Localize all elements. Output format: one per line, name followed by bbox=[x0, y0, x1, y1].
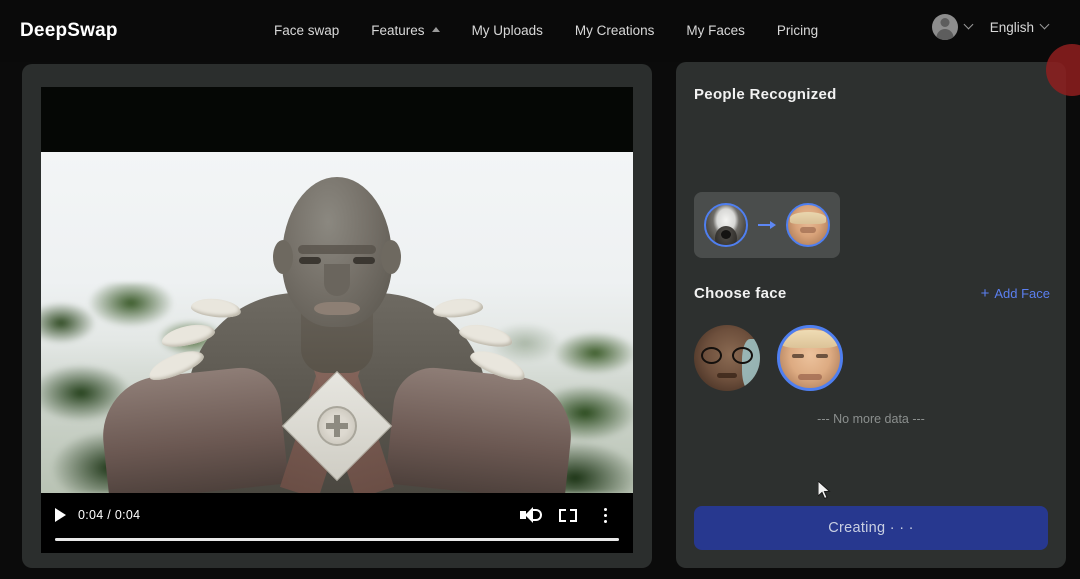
volume-icon[interactable] bbox=[517, 502, 543, 528]
kebab-menu-icon[interactable] bbox=[593, 502, 619, 528]
chevron-down-icon bbox=[1040, 19, 1050, 29]
people-recognized-title: People Recognized bbox=[694, 86, 837, 103]
recognized-face-pair[interactable] bbox=[694, 192, 840, 258]
nav-label: Face swap bbox=[274, 23, 339, 38]
target-face-thumbnail[interactable] bbox=[786, 203, 830, 247]
figure-brow bbox=[298, 245, 376, 254]
video-controls-bar: 0:04 / 0:04 bbox=[41, 493, 633, 553]
figure-eye-left bbox=[299, 257, 321, 264]
volume-waves bbox=[533, 509, 542, 521]
avatar-icon bbox=[932, 14, 958, 40]
face-option-1[interactable] bbox=[694, 325, 760, 391]
nav-label: Pricing bbox=[777, 23, 818, 38]
chevron-down-icon bbox=[963, 19, 973, 29]
figure-mouth bbox=[314, 302, 360, 315]
video-progress-bar[interactable] bbox=[55, 538, 619, 541]
emblem-inner-ring bbox=[317, 406, 357, 446]
choose-face-title: Choose face bbox=[694, 285, 787, 302]
face-mouth bbox=[798, 374, 822, 380]
nav-item-pricing[interactable]: Pricing bbox=[761, 23, 834, 38]
video-progress-fill bbox=[55, 538, 619, 541]
face-mouth bbox=[717, 373, 737, 378]
cross-icon bbox=[326, 415, 348, 437]
account-menu[interactable] bbox=[932, 14, 972, 40]
face-hair bbox=[781, 330, 839, 348]
fullscreen-icon[interactable] bbox=[555, 502, 581, 528]
video-controls-row: 0:04 / 0:04 bbox=[41, 501, 633, 529]
main-nav: Face swap Features My Uploads My Creatio… bbox=[258, 23, 834, 38]
nav-label: My Creations bbox=[575, 23, 655, 38]
app-root: DeepSwap Face swap Features My Uploads M… bbox=[0, 0, 1080, 579]
header-right-group: English bbox=[932, 14, 1070, 40]
video-time-display: 0:04 / 0:04 bbox=[78, 508, 140, 522]
plus-icon: + bbox=[981, 286, 990, 301]
brand-logo[interactable]: DeepSwap bbox=[20, 20, 118, 42]
nav-label: My Faces bbox=[686, 23, 745, 38]
figure-eye-right bbox=[353, 257, 375, 264]
figure-nose bbox=[324, 264, 350, 296]
arrow-right-icon bbox=[758, 220, 776, 230]
add-face-button[interactable]: + Add Face bbox=[981, 286, 1050, 301]
nav-item-face-swap[interactable]: Face swap bbox=[258, 23, 355, 38]
add-face-label: Add Face bbox=[994, 286, 1050, 301]
figure-ear-left bbox=[273, 240, 293, 274]
creating-button[interactable]: Creating · · · bbox=[694, 506, 1048, 550]
top-header: DeepSwap Face swap Features My Uploads M… bbox=[0, 0, 1080, 62]
nav-item-my-creations[interactable]: My Creations bbox=[559, 23, 671, 38]
no-more-data-label: --- No more data --- bbox=[676, 412, 1066, 426]
side-panel: People Recognized Choose face + Add Face bbox=[676, 62, 1066, 568]
nav-label: My Uploads bbox=[472, 23, 543, 38]
language-label: English bbox=[990, 20, 1034, 35]
face-option-2[interactable] bbox=[777, 325, 843, 391]
nav-label: Features bbox=[371, 23, 424, 38]
nav-item-my-faces[interactable]: My Faces bbox=[670, 23, 761, 38]
play-icon[interactable] bbox=[55, 508, 66, 522]
letterbox-top bbox=[41, 87, 633, 152]
figure-ear-right bbox=[381, 240, 401, 274]
face-eyes bbox=[780, 354, 840, 360]
video-panel: 0:04 / 0:04 bbox=[22, 64, 652, 568]
face-options-list bbox=[694, 325, 843, 391]
nav-item-my-uploads[interactable]: My Uploads bbox=[456, 23, 559, 38]
video-player[interactable]: 0:04 / 0:04 bbox=[41, 87, 633, 553]
glasses-icon bbox=[699, 347, 755, 364]
video-frame-image bbox=[41, 152, 633, 493]
nav-item-features[interactable]: Features bbox=[355, 23, 455, 38]
mouse-cursor bbox=[818, 481, 832, 501]
source-face-thumbnail[interactable] bbox=[704, 203, 748, 247]
language-selector[interactable]: English bbox=[990, 20, 1070, 35]
caret-up-icon bbox=[432, 27, 440, 32]
